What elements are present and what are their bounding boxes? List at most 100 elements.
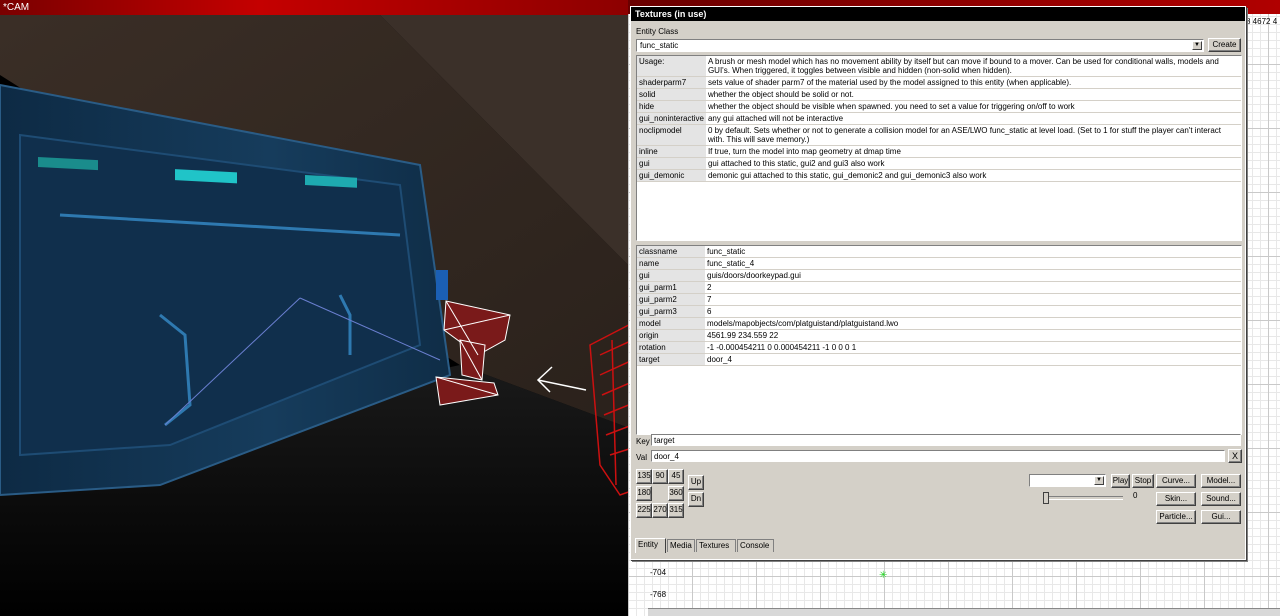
camera-viewport[interactable]: *CAM [0,0,648,616]
description-row-value: If true, turn the model into map geometr… [705,145,1241,158]
value-input[interactable]: door_4 [651,450,1225,462]
angle-360-button[interactable]: 360 [668,486,684,501]
angle-90-button[interactable]: 90 [652,469,668,484]
volume-slider[interactable] [1043,492,1123,504]
property-row-key: name [637,257,705,270]
property-row-key: classname [637,246,705,258]
angle-45-button[interactable]: 45 [668,469,684,484]
origin-marker-icon: ✳ [879,570,888,581]
tab-entity[interactable]: Entity [635,538,666,553]
grid-y-label: -704 [650,568,667,577]
skin-button[interactable]: Skin... [1156,492,1196,506]
property-row-value: 2 [705,281,1241,294]
description-row-key: shaderparm7 [637,76,706,89]
chevron-down-icon[interactable]: ▼ [1094,476,1104,485]
description-row-value: 0 by default. Sets whether or not to gen… [705,124,1241,146]
property-row[interactable]: rotation -1 -0.000454211 0 0.000454211 -1… [637,341,1241,354]
properties-table: classname func_static name func_static_4 gui… [637,246,1241,366]
property-row-value: 6 [705,305,1241,318]
particle-button[interactable]: Particle... [1156,510,1196,524]
property-row-key: gui_parm2 [637,293,705,306]
description-row[interactable]: inline If true, turn the model into map g… [637,145,1241,158]
grid-scrollbar[interactable] [648,608,1280,616]
property-row-key: model [637,317,705,330]
description-row-value: sets value of shader parm7 of the materi… [705,76,1241,89]
description-row[interactable]: shaderparm7 sets value of shader parm7 of… [637,76,1241,89]
description-row-key: hide [637,100,706,113]
grid-coordinate: 8 4672 4 [1246,17,1278,26]
description-row-value: any gui attached will not be interactive [705,112,1241,125]
property-row-key: gui_parm3 [637,305,705,318]
tab-media[interactable]: Media [667,539,695,552]
entity-class-select[interactable]: func_static ▼ [636,39,1204,52]
property-row-value: func_static_4 [705,257,1241,270]
description-row-key: gui_noninteractive [637,112,706,125]
description-row[interactable]: Usage: A brush or mesh model which has no… [637,56,1241,77]
slider-value: 0 [1133,491,1138,500]
tab-console[interactable]: Console [737,539,774,552]
property-row-key: gui [637,269,705,282]
value-input-value: door_4 [654,452,679,461]
property-row-value: 7 [705,293,1241,306]
property-row[interactable]: gui guis/doors/doorkeypad.gui [637,269,1241,282]
sound-button[interactable]: Sound... [1201,492,1241,506]
property-row-key: target [637,353,705,366]
description-row[interactable]: noclipmodel 0 by default. Sets whether or… [637,124,1241,146]
property-row-key: gui_parm1 [637,281,705,294]
gui-button[interactable]: Gui... [1201,510,1241,524]
description-row-key: Usage: [637,56,706,77]
media-select[interactable]: ▼ [1029,474,1106,487]
entity-properties-list[interactable]: classname func_static name func_static_4 gui… [636,245,1242,435]
camera-3d-scene[interactable] [0,15,648,616]
property-row[interactable]: target door_4 [637,353,1241,366]
play-button[interactable]: Play [1111,474,1130,488]
stop-button[interactable]: Stop [1132,474,1154,488]
property-row-value: guis/doors/doorkeypad.gui [705,269,1241,282]
description-row[interactable]: gui_noninteractive any gui attached will … [637,112,1241,125]
key-input[interactable]: target [651,434,1241,446]
property-row-key: origin [637,329,705,342]
description-row[interactable]: solid whether the object should be solid … [637,88,1241,101]
entity-description-list[interactable]: Usage: A brush or mesh model which has no… [636,55,1242,241]
property-row-key: rotation [637,341,705,354]
entity-class-value: func_static [640,41,679,50]
up-button[interactable]: Up [688,475,704,490]
val-label: Val [636,453,647,462]
grid-y-label: -768 [650,590,667,599]
description-table: Usage: A brush or mesh model which has no… [637,56,1241,182]
property-row[interactable]: model models/mapobjects/com/platguistand/… [637,317,1241,330]
property-row[interactable]: gui_parm1 2 [637,281,1241,294]
property-row-value: 4561.99 234.559 22 [705,329,1241,342]
property-row[interactable]: origin 4561.99 234.559 22 [637,329,1241,342]
property-row[interactable]: classname func_static [637,246,1241,258]
curve-button[interactable]: Curve... [1156,474,1196,488]
description-row[interactable]: hide whether the object should be visible… [637,100,1241,113]
property-row[interactable]: gui_parm3 6 [637,305,1241,318]
angle-270-button[interactable]: 270 [652,503,668,518]
camera-title-bar: *CAM [0,0,648,15]
angle-315-button[interactable]: 315 [668,503,684,518]
property-row[interactable]: name func_static_4 [637,257,1241,270]
angle-225-button[interactable]: 225 [636,503,652,518]
description-row[interactable]: gui_demonic demonic gui attached to this … [637,169,1241,182]
description-row[interactable]: gui gui attached to this static, gui2 and… [637,157,1241,170]
dialog-title: Textures (in use) [631,7,1245,21]
property-row[interactable]: gui_parm2 7 [637,293,1241,306]
clear-value-button[interactable]: X [1228,449,1242,463]
property-row-value: door_4 [705,353,1241,366]
create-button[interactable]: Create [1208,38,1241,52]
door-keypad-light [436,270,448,300]
description-row-key: gui_demonic [637,169,706,182]
model-button[interactable]: Model... [1201,474,1241,488]
down-button[interactable]: Dn [688,492,704,507]
entity-inspector-dialog: Textures (in use) Entity Class func_stat… [630,6,1246,560]
key-input-value: target [654,436,675,445]
slider-thumb[interactable] [1043,492,1049,504]
description-row-value: A brush or mesh model which has no movem… [705,56,1241,77]
property-row-value: func_static [705,246,1241,258]
tab-textures[interactable]: Textures [696,539,736,552]
description-row-key: gui [637,157,706,170]
angle-180-button[interactable]: 180 [636,486,652,501]
chevron-down-icon[interactable]: ▼ [1192,41,1202,50]
angle-135-button[interactable]: 135 [636,469,652,484]
